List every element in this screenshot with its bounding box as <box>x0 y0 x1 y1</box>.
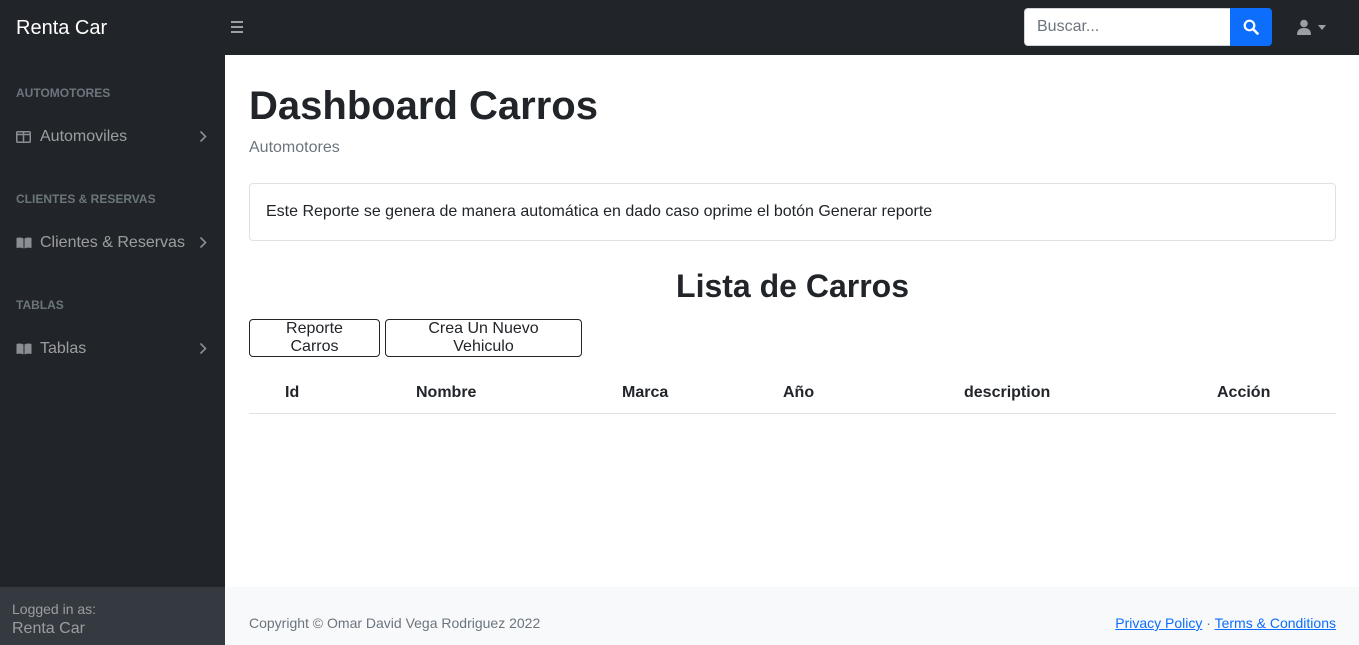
logged-in-label: Logged in as: <box>12 601 97 617</box>
sidebar-item-label: Automoviles <box>40 128 128 145</box>
sidebar-item-label: Tablas <box>40 340 87 357</box>
report-notice-text: Este Reporte se genera de manera automát… <box>266 203 933 220</box>
user-icon <box>1297 19 1311 35</box>
report-notice-card: Este Reporte se genera de manera automát… <box>249 183 1336 241</box>
sidebar-footer: Logged in as: Renta Car <box>0 587 225 645</box>
sidebar: AUTOMOTORES Automoviles CLIENTES & RESER… <box>0 55 225 645</box>
book-open-icon <box>16 236 32 250</box>
column-header-accion[interactable]: Acción <box>1217 384 1270 402</box>
caret-down-icon <box>1318 24 1326 30</box>
top-navbar: Renta Car <box>0 0 1359 55</box>
column-header-ano[interactable]: Año <box>783 384 814 402</box>
sidebar-heading-automotores: AUTOMOTORES <box>16 86 111 100</box>
search-icon <box>1243 19 1259 35</box>
column-header-id[interactable]: Id <box>285 384 299 402</box>
copyright-text: Copyright © Omar David Vega Rodriguez 20… <box>249 615 541 631</box>
columns-icon <box>16 130 32 144</box>
breadcrumb: Automotores <box>249 139 340 156</box>
chevron-right-icon <box>199 130 207 143</box>
sidebar-heading-tablas: TABLAS <box>16 298 64 312</box>
book-open-icon <box>16 342 32 356</box>
report-cars-button[interactable]: Reporte Carros <box>249 319 380 357</box>
column-header-description[interactable]: description <box>964 384 1050 402</box>
footer-separator: · <box>1206 615 1211 631</box>
sidebar-item-tablas[interactable]: Tablas <box>0 329 225 369</box>
sidebar-item-automoviles[interactable]: Automoviles <box>0 117 225 157</box>
sidebar-toggle-icon[interactable] <box>231 16 249 38</box>
create-vehicle-button[interactable]: Crea Un Nuevo Vehiculo <box>385 319 582 357</box>
brand-title[interactable]: Renta Car <box>16 15 107 41</box>
cars-table-header: Id Nombre Marca Año description Acción <box>249 373 1336 414</box>
user-menu-dropdown[interactable] <box>1296 16 1332 38</box>
sidebar-heading-clientes: CLIENTES & RESERVAS <box>16 192 156 206</box>
page-title: Dashboard Carros <box>249 84 598 128</box>
main-content: Dashboard Carros Automotores Este Report… <box>225 55 1359 587</box>
list-title: Lista de Carros <box>676 268 909 304</box>
chevron-right-icon <box>199 342 207 355</box>
privacy-policy-link[interactable]: Privacy Policy <box>1115 615 1202 631</box>
terms-link[interactable]: Terms & Conditions <box>1215 615 1336 631</box>
logged-in-user: Renta Car <box>12 620 85 637</box>
sidebar-item-clientes-reservas[interactable]: Clientes & Reservas <box>0 223 225 263</box>
page-footer: Copyright © Omar David Vega Rodriguez 20… <box>225 587 1359 645</box>
column-header-nombre[interactable]: Nombre <box>416 384 476 402</box>
search-input[interactable] <box>1024 8 1230 46</box>
chevron-right-icon <box>199 236 207 249</box>
search-button[interactable] <box>1230 8 1272 46</box>
footer-links: Privacy Policy · Terms & Conditions <box>1115 615 1336 631</box>
column-header-marca[interactable]: Marca <box>622 384 668 402</box>
search-form <box>1024 8 1272 46</box>
sidebar-item-label: Clientes & Reservas <box>40 234 185 251</box>
